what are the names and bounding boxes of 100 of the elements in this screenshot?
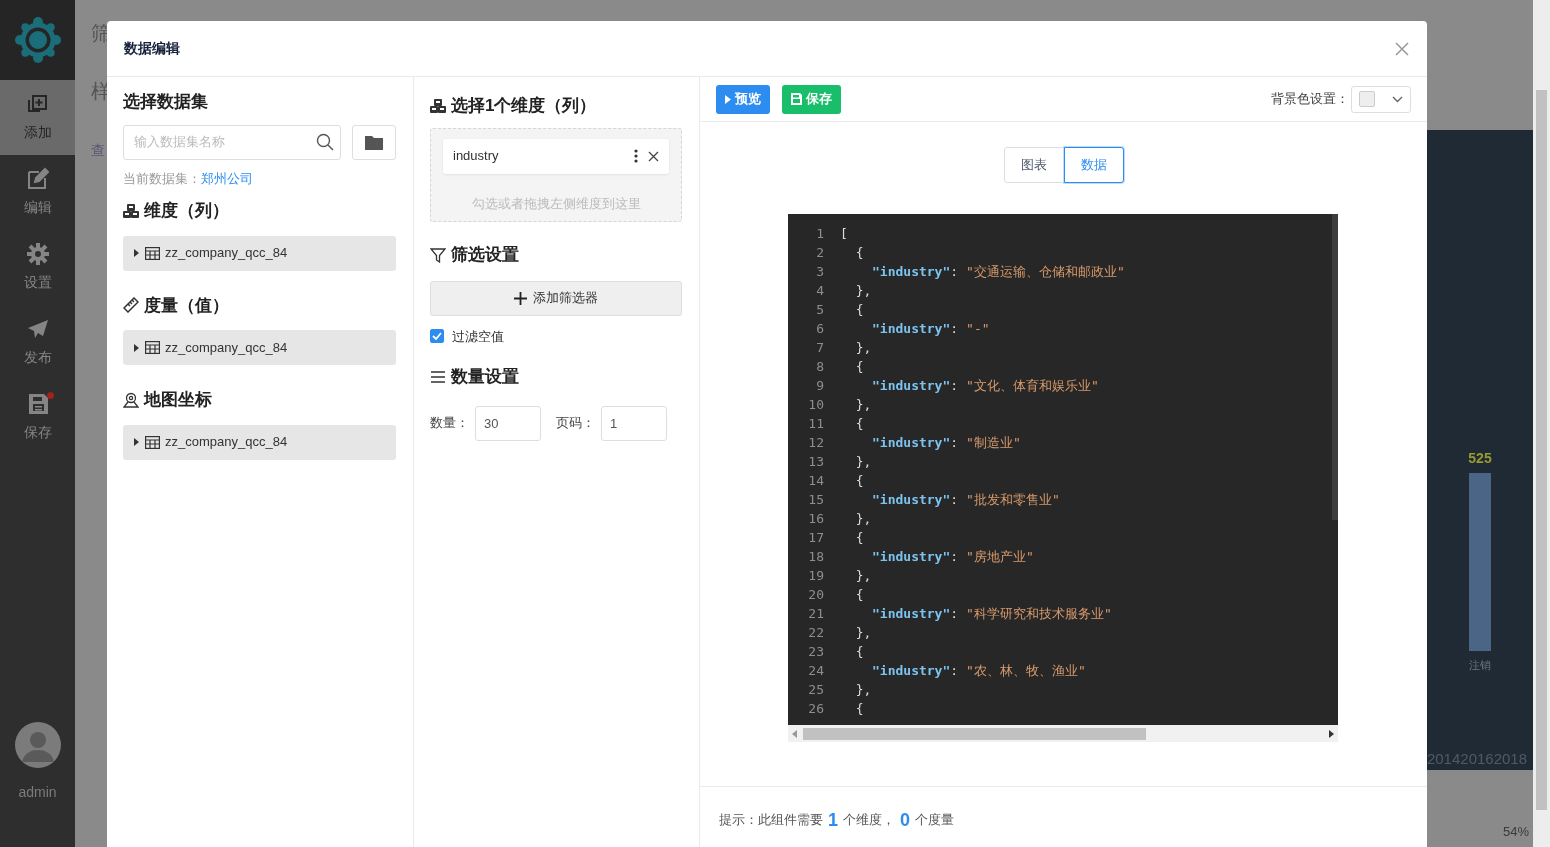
sidebar-item[interactable]: 发布 bbox=[0, 305, 75, 380]
hint-count: 0 bbox=[900, 808, 911, 832]
notification-dot bbox=[47, 392, 54, 399]
close-icon[interactable] bbox=[648, 150, 659, 162]
bar-label: 注销 bbox=[1469, 658, 1491, 673]
line-number: 2 bbox=[815, 244, 824, 262]
code-key: "industry" bbox=[872, 321, 951, 336]
line-number: 3 bbox=[815, 263, 824, 281]
code-key: "industry" bbox=[872, 378, 951, 393]
line-number: 7 bbox=[815, 339, 824, 357]
section-title: 度量（值） bbox=[144, 294, 229, 317]
line-number: 23 bbox=[807, 643, 824, 661]
view-tab[interactable]: 图表 bbox=[1003, 147, 1064, 183]
dialog-title: 数据编辑 bbox=[124, 39, 180, 58]
zoom-level: 54% bbox=[1502, 823, 1529, 841]
table-icon bbox=[145, 341, 160, 354]
code-punctuation: }, bbox=[854, 682, 872, 697]
cubes-icon bbox=[123, 202, 139, 219]
number-field[interactable]: 30 bbox=[475, 405, 541, 441]
section-title: 选择1个维度（列） bbox=[451, 95, 597, 117]
scrollbar[interactable] bbox=[1533, 0, 1550, 847]
line-number: 8 bbox=[815, 358, 824, 376]
dataset-tree-item[interactable]: zz_company_qcc_84 bbox=[123, 235, 396, 271]
field-label: 数量： bbox=[430, 414, 470, 433]
code-punctuation: { bbox=[854, 245, 864, 260]
folder-button[interactable] bbox=[352, 124, 396, 160]
more-icon[interactable] bbox=[634, 149, 638, 163]
dataset-link[interactable]: 郑州公司 bbox=[201, 168, 253, 188]
number-field[interactable]: 1 bbox=[601, 405, 667, 441]
dimension-chip[interactable]: industry bbox=[443, 138, 669, 174]
edit-icon bbox=[25, 167, 50, 191]
sidebar-item[interactable]: 保存 bbox=[0, 380, 75, 455]
code-punctuation: }, bbox=[854, 283, 872, 298]
filter-icon bbox=[430, 246, 446, 263]
code-punctuation: : bbox=[950, 264, 959, 279]
code-punctuation: : bbox=[950, 321, 959, 336]
line-number: 21 bbox=[807, 605, 824, 623]
code-string: "制造业" bbox=[966, 435, 1021, 450]
code-punctuation: { bbox=[854, 701, 864, 716]
map-pin-icon bbox=[123, 391, 139, 408]
sidebar-item[interactable]: 添加 bbox=[0, 80, 75, 155]
save-button[interactable]: 保存 bbox=[782, 84, 841, 114]
line-number: 15 bbox=[807, 491, 824, 509]
hint-count: 1 bbox=[828, 808, 838, 832]
scroll-left-icon bbox=[792, 729, 797, 738]
line-number: 6 bbox=[815, 320, 824, 338]
list-icon bbox=[430, 369, 446, 384]
code-punctuation: }, bbox=[854, 625, 872, 640]
code-key: "industry" bbox=[872, 492, 951, 507]
sidebar-item[interactable]: 编辑 bbox=[0, 155, 75, 230]
dataset-tree-item[interactable]: zz_company_qcc_84 bbox=[123, 424, 396, 460]
line-number: 10 bbox=[807, 396, 824, 414]
code-string: "科学研究和技术服务业" bbox=[966, 606, 1112, 621]
line-number: 25 bbox=[807, 681, 824, 699]
code-punctuation: }, bbox=[854, 568, 872, 583]
code-key: "industry" bbox=[872, 663, 951, 678]
code-punctuation: { bbox=[854, 587, 864, 602]
section-title: 筛选设置 bbox=[451, 244, 519, 266]
table-icon bbox=[145, 435, 160, 449]
line-number: 24 bbox=[807, 662, 824, 680]
code-punctuation: : bbox=[950, 549, 959, 564]
code-punctuation: }, bbox=[854, 340, 872, 355]
code-string: "文化、体育和娱乐业" bbox=[966, 378, 1099, 393]
code-punctuation: { bbox=[854, 473, 864, 488]
line-number: 16 bbox=[807, 510, 824, 528]
sidebar-item[interactable]: 设置 bbox=[0, 230, 75, 305]
table-icon bbox=[145, 246, 160, 260]
checkbox-label: 过滤空值 bbox=[452, 327, 504, 346]
dataset-name: zz_company_qcc_84 bbox=[165, 338, 288, 357]
add-filter-button[interactable]: 添加筛选器 bbox=[430, 280, 682, 316]
current-dataset-label: 当前数据集： bbox=[123, 169, 201, 188]
code-string: "批发和零售业" bbox=[966, 492, 1060, 507]
code-string: "房地产业" bbox=[966, 549, 1034, 564]
code-string: "交通运输、仓储和邮政业" bbox=[966, 264, 1125, 279]
hint-text: 个维度， bbox=[843, 811, 895, 830]
view-tab[interactable]: 数据 bbox=[1063, 147, 1124, 183]
checkbox[interactable] bbox=[430, 329, 444, 344]
code-key: "industry" bbox=[872, 264, 951, 279]
section-title: 维度（列） bbox=[144, 200, 229, 222]
code-punctuation: }, bbox=[854, 454, 872, 469]
scrollbar-thumb[interactable] bbox=[1332, 214, 1338, 520]
cubes-icon bbox=[430, 97, 446, 114]
user-name: admin bbox=[18, 783, 57, 802]
code-punctuation: : bbox=[950, 663, 959, 678]
code-punctuation: [ bbox=[840, 226, 848, 241]
line-number: 17 bbox=[807, 529, 824, 547]
line-number: 1 bbox=[815, 225, 824, 243]
line-number: 26 bbox=[807, 700, 824, 718]
hint-text: 个度量 bbox=[915, 811, 955, 830]
preview-button[interactable]: 预览 bbox=[716, 84, 770, 114]
scrollbar-thumb[interactable] bbox=[803, 727, 1146, 740]
line-number: 9 bbox=[815, 377, 824, 395]
plus-icon bbox=[514, 291, 527, 305]
close-button[interactable] bbox=[1394, 40, 1410, 57]
code-punctuation: : bbox=[950, 435, 959, 450]
search-box[interactable]: 输入数据集名称 bbox=[123, 124, 341, 160]
dataset-tree-item[interactable]: zz_company_qcc_84 bbox=[123, 330, 396, 365]
color-picker[interactable] bbox=[1351, 85, 1411, 113]
avatar-icon bbox=[14, 722, 61, 768]
code-punctuation: { bbox=[854, 302, 864, 317]
